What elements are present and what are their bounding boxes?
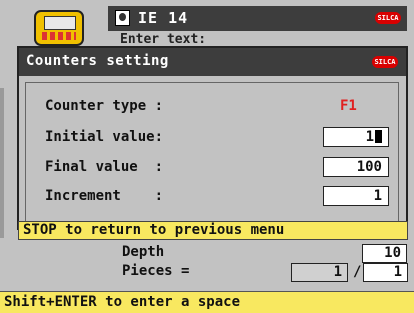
hint-status-bar: Shift+ENTER to enter a space	[0, 291, 414, 313]
person-icon	[115, 10, 130, 26]
key-machine-screen	[44, 16, 76, 30]
depth-value[interactable]: 10	[362, 244, 407, 263]
window-title: IE 14	[138, 9, 189, 27]
background-panel-edge	[0, 88, 4, 238]
pieces-label: Pieces =	[122, 263, 190, 279]
stop-status-bar: STOP to return to previous menu	[18, 221, 408, 240]
increment-label: Increment :	[45, 188, 164, 204]
silca-logo-icon: SILCA	[375, 12, 401, 24]
text-cursor	[375, 130, 382, 143]
counter-type-value[interactable]: F1	[340, 98, 357, 114]
key-machine-keys	[42, 32, 76, 40]
increment-input[interactable]: 1	[323, 186, 389, 206]
counters-setting-dialog: Counters setting SILCA Counter type : F1…	[17, 46, 408, 230]
dialog-title: Counters setting	[26, 53, 169, 69]
key-machine-icon	[34, 10, 84, 46]
final-value-input[interactable]: 100	[323, 157, 389, 177]
pieces-current: 1	[291, 263, 348, 282]
dialog-field-area: Counter type : F1 Initial value: 1 Final…	[25, 82, 399, 228]
silca-logo-icon: SILCA	[372, 56, 398, 68]
initial-value-text: 1	[365, 129, 374, 145]
counter-type-label: Counter type :	[45, 98, 164, 114]
window-title-bar: IE 14 SILCA	[108, 6, 407, 31]
enter-text-label: Enter text:	[120, 32, 207, 47]
initial-value-input[interactable]: 1	[323, 127, 389, 147]
dialog-title-bar: Counters setting SILCA	[19, 48, 406, 76]
initial-value-label: Initial value:	[45, 129, 164, 145]
pieces-separator: /	[353, 264, 362, 280]
final-value-label: Final value :	[45, 159, 164, 175]
depth-label: Depth	[122, 244, 165, 260]
pieces-total[interactable]: 1	[363, 263, 408, 282]
